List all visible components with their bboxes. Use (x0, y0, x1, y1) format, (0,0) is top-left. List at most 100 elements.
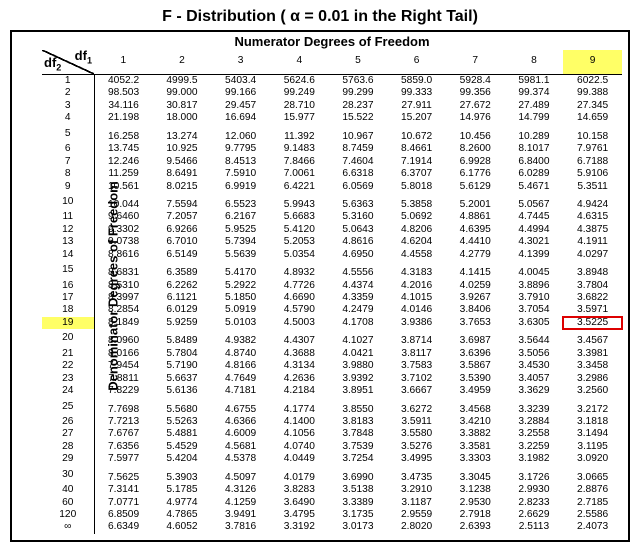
table-cell: 5.5263 (153, 416, 212, 428)
table-cell: 2.6393 (446, 521, 505, 533)
table-cell: 27.489 (505, 100, 564, 112)
table-cell: 5.0692 (387, 211, 446, 223)
table-cell: 5.3903 (153, 466, 212, 484)
table-row: 139.07386.70105.73945.20534.86164.62044.… (42, 236, 622, 248)
row-header: 26 (42, 416, 94, 428)
table-cell: 3.7583 (387, 360, 446, 372)
row-header: 24 (42, 385, 94, 397)
column-header-row: df2 df1 123456789 (42, 50, 622, 75)
col-header: 1 (94, 50, 153, 75)
table-cell: 2.7185 (563, 497, 622, 509)
row-header: 1 (42, 75, 94, 88)
table-cell: 5.7190 (153, 360, 212, 372)
table-cell: 4.5378 (211, 453, 270, 465)
table-row: ∞6.63494.60523.78163.31923.01732.80202.6… (42, 521, 622, 533)
table-cell: 4.4374 (329, 280, 388, 292)
table-cell: 4.1708 (329, 317, 388, 329)
table-cell: 9.5466 (153, 156, 212, 168)
table-cell: 5.5680 (153, 398, 212, 416)
table-cell: 3.6822 (563, 292, 622, 304)
table-cell: 5.9943 (270, 193, 329, 211)
table-cell: 12.246 (94, 156, 153, 168)
table-cell: 7.8811 (94, 373, 153, 385)
table-cell: 3.2560 (563, 385, 622, 397)
table-row: 148.86166.51495.56395.03544.69504.45584.… (42, 249, 622, 261)
table-cell: 7.7698 (94, 398, 153, 416)
table-cell: 4.9382 (211, 329, 270, 347)
table-row: 712.2469.54668.45137.84667.46047.19146.9… (42, 156, 622, 168)
table-cell: 4999.5 (153, 75, 212, 88)
table-cell: 5.4170 (211, 261, 270, 279)
table-cell: 28.237 (329, 100, 388, 112)
table-cell: 7.8466 (270, 156, 329, 168)
title-suffix: = 0.01 in the Right Tail) (300, 8, 478, 25)
table-row: 14052.24999.55403.45624.65763.65859.0592… (42, 75, 622, 88)
table-cell: 8.3997 (94, 292, 153, 304)
table-cell: 3.5867 (446, 360, 505, 372)
table-row: 227.94545.71904.81664.31343.98803.75833.… (42, 360, 622, 372)
table-cell: 5.3858 (387, 193, 446, 211)
table-cell: 4.0259 (446, 280, 505, 292)
table-row: 158.68316.35895.41704.89324.55564.31834.… (42, 261, 622, 279)
table-cell: 8.6831 (94, 261, 153, 279)
table-cell: 5.0354 (270, 249, 329, 261)
table-row: 516.25813.27412.06011.39210.96710.67210.… (42, 125, 622, 143)
row-header: 13 (42, 236, 94, 248)
table-cell: 3.6667 (387, 385, 446, 397)
table-cell: 3.7054 (505, 304, 564, 316)
df-corner-cell: df2 df1 (42, 50, 94, 75)
table-cell: 5.7804 (153, 348, 212, 360)
table-cell: 15.207 (387, 112, 446, 124)
table-cell: 4.6052 (153, 521, 212, 533)
table-cell: 3.7653 (446, 317, 505, 329)
row-header: 20 (42, 329, 94, 347)
table-cell: 5.1850 (211, 292, 270, 304)
table-cell: 4.7649 (211, 373, 270, 385)
table-cell: 5859.0 (387, 75, 446, 88)
table-cell: 3.3458 (563, 360, 622, 372)
table-cell: 3.4995 (387, 453, 446, 465)
row-header: 14 (42, 249, 94, 261)
table-cell: 6.8509 (94, 509, 153, 521)
table-cell: 99.000 (153, 87, 212, 99)
table-cell: 7.6356 (94, 441, 153, 453)
table-row: 298.50399.00099.16699.24999.29999.33399.… (42, 87, 622, 99)
table-cell: 8.2600 (446, 143, 505, 155)
table-cell: 7.1914 (387, 156, 446, 168)
table-cell: 5.4529 (153, 441, 212, 453)
col-header: 2 (153, 50, 212, 75)
row-header: 22 (42, 360, 94, 372)
table-cell: 3.1195 (563, 441, 622, 453)
table-cell: 2.9530 (446, 497, 505, 509)
row-header: 9 (42, 181, 94, 193)
table-cell: 4.9774 (153, 497, 212, 509)
table-cell: 3.8714 (387, 329, 446, 347)
row-header: 15 (42, 261, 94, 279)
table-cell: 3.3882 (446, 428, 505, 440)
table-cell: 4.0297 (563, 249, 622, 261)
table-row: 910.5618.02156.99196.42216.05695.80185.6… (42, 181, 622, 193)
row-header: 28 (42, 441, 94, 453)
table-cell: 10.456 (446, 125, 505, 143)
table-cell: 3.3389 (329, 497, 388, 509)
table-cell: 99.166 (211, 87, 270, 99)
table-cell: 4.5003 (270, 317, 329, 329)
table-cell: 5.6136 (153, 385, 212, 397)
table-cell: 8.4513 (211, 156, 270, 168)
table-cell: 8.7459 (329, 143, 388, 155)
table-row: 297.59775.42044.53784.04493.72543.49953.… (42, 453, 622, 465)
table-cell: 5624.6 (270, 75, 329, 88)
row-header: 4 (42, 112, 94, 124)
row-header: 17 (42, 292, 94, 304)
table-cell: 99.333 (387, 87, 446, 99)
col-header: 5 (329, 50, 388, 75)
table-frame: Denominator Degrees of Freedom Numerator… (10, 30, 630, 542)
row-header: 8 (42, 168, 94, 180)
table-cell: 3.7804 (563, 280, 622, 292)
row-header: 40 (42, 484, 94, 496)
table-cell: 2.6629 (505, 509, 564, 521)
page-title: F - Distribution ( α = 0.01 in the Right… (10, 8, 630, 26)
table-cell: 3.5056 (505, 348, 564, 360)
table-row: 287.63565.45294.56814.07403.75393.52763.… (42, 441, 622, 453)
table-cell: 6.8400 (505, 156, 564, 168)
